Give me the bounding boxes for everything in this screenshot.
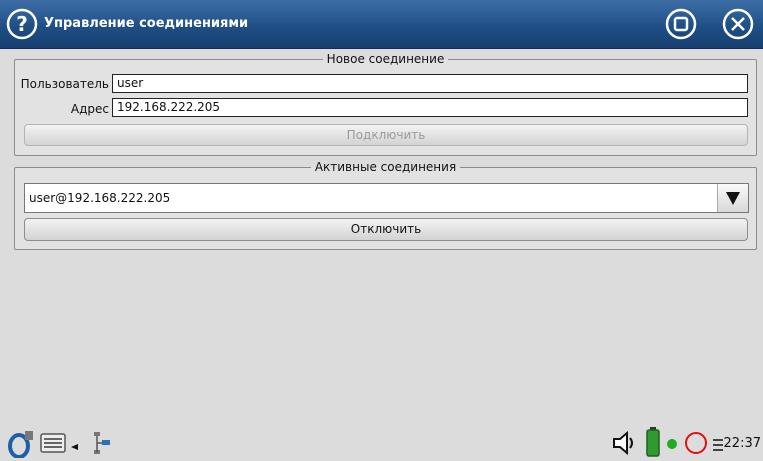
help-icon[interactable]: ? xyxy=(6,8,38,40)
user-field[interactable]: user xyxy=(112,74,748,93)
battery-icon xyxy=(646,427,660,457)
speaker-icon[interactable] xyxy=(611,430,639,456)
active-connections-legend: Активные соединения xyxy=(314,160,457,174)
active-connections-select[interactable]: user@192.168.222.205 xyxy=(24,183,749,213)
address-field[interactable]: 192.168.222.205 xyxy=(112,98,748,117)
window-title: Управление соединениями xyxy=(44,16,249,31)
selected-connection: user@192.168.222.205 xyxy=(29,191,171,205)
svg-text:?: ? xyxy=(16,12,28,36)
title-bar: ? Управление соединениями xyxy=(0,0,763,49)
keyboard-menu-icon[interactable] xyxy=(70,440,80,450)
chevron-down-icon[interactable] xyxy=(717,184,748,212)
connect-button[interactable]: Подключить xyxy=(24,124,748,146)
new-connection-legend: Новое соединение xyxy=(326,52,445,66)
status-dot-icon xyxy=(666,438,678,450)
keyboard-icon[interactable] xyxy=(40,432,68,454)
close-icon[interactable] xyxy=(722,8,754,40)
disconnect-button[interactable]: Отключить xyxy=(24,218,748,241)
address-label: Адрес xyxy=(70,102,109,116)
network-icon[interactable] xyxy=(90,430,116,458)
menu-icon[interactable] xyxy=(712,438,724,452)
maximize-icon[interactable] xyxy=(665,8,697,40)
app-logo-icon[interactable] xyxy=(6,428,36,459)
user-label: Пользователь xyxy=(20,77,109,91)
record-icon[interactable] xyxy=(684,431,708,455)
clock: 22:37 xyxy=(723,436,761,451)
